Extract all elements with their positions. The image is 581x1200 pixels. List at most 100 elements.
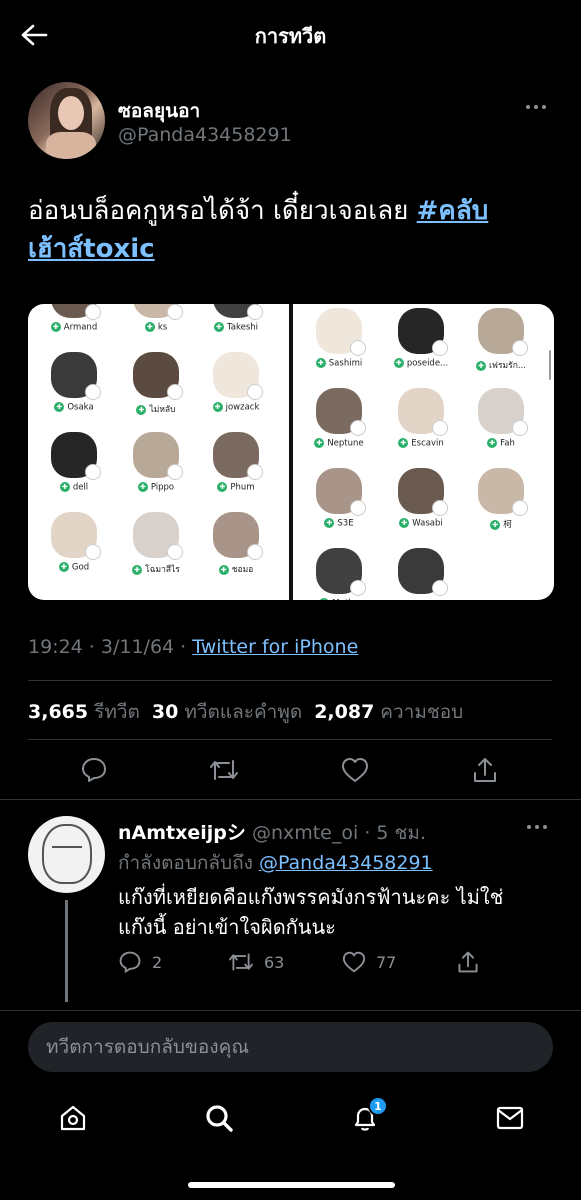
friend-name: Escavin [385, 438, 457, 449]
friend-avatar [133, 512, 183, 560]
friend-avatar [398, 468, 448, 516]
media-friend-item: Armand [38, 304, 110, 333]
media-friend-item: Osaka [38, 352, 110, 413]
friend-name: jowzack [200, 402, 272, 413]
more-icon [526, 105, 530, 109]
tweet-media[interactable]: Armand ks Takeshi Osaka ไม่หลับ jowzack dell Pi… [28, 304, 554, 600]
reply-icon [119, 951, 141, 974]
reply-retweet-button[interactable]: 63 [228, 948, 284, 976]
replying-to-link[interactable]: @Panda43458291 [259, 852, 433, 874]
tab-notifications[interactable]: 1 [347, 1096, 388, 1136]
page-title: การทวีต [254, 24, 327, 48]
media-scrollbar [549, 350, 551, 380]
friend-name: โฉมาสีไร [120, 562, 192, 576]
divider [0, 799, 581, 800]
friend-avatar [478, 388, 528, 436]
stat-likes[interactable]: 2,087 ความชอบ [314, 697, 463, 727]
reply-author-name[interactable]: nAmtxeijpシ [118, 822, 246, 844]
friend-name: poseide... [385, 358, 457, 369]
media-friend-item: Fah [465, 388, 537, 449]
like-count: 77 [376, 952, 397, 972]
more-options-button[interactable] [526, 100, 550, 114]
search-icon [206, 1105, 233, 1132]
reply-reply-button[interactable]: 2 [118, 948, 162, 976]
divider [28, 680, 552, 681]
reply-share-button[interactable] [456, 948, 480, 976]
friend-name: Wasabi [385, 518, 457, 529]
like-button[interactable] [339, 754, 371, 786]
thread-line [65, 900, 68, 1002]
stat-retweets[interactable]: 3,665 รีทวีต [28, 697, 140, 727]
media-friend-item: Takeshi [200, 304, 272, 333]
reply-button[interactable] [78, 754, 110, 786]
reply-text: แก๊งที่เหยียดคือแก๊งพรรคมังกรฟ้านะคะ ไม่… [118, 885, 504, 939]
stat-quotes[interactable]: 30 ทวีตและคำพูด [152, 697, 302, 727]
friend-avatar [133, 304, 183, 320]
heart-icon [342, 758, 368, 782]
friend-avatar [133, 352, 183, 400]
media-friend-item: สกุ้ย [385, 548, 457, 600]
friend-name: dell [38, 482, 110, 493]
friend-name: Phum [200, 482, 272, 493]
reply-input[interactable] [28, 1022, 553, 1072]
media-friend-item: jowzack [200, 352, 272, 413]
friend-avatar [398, 388, 448, 436]
friend-avatar [51, 432, 101, 480]
replying-prefix: กำลังตอบกลับถึง [118, 852, 259, 874]
friend-avatar [316, 548, 366, 596]
friend-name: สกุ้ย [385, 598, 457, 600]
friend-name: Metha [303, 598, 375, 601]
media-friend-item: Sashimi [303, 308, 375, 369]
tweet-text: อ่อนบล็อคกูหรอได้จ้า เดี๋ยวเจอเลย #คลับเ… [28, 192, 538, 268]
media-friend-item: Wasabi [385, 468, 457, 529]
media-friend-item: Pippo [120, 432, 192, 493]
friend-name: ks [120, 322, 192, 333]
friend-name: Fah [465, 438, 537, 449]
tab-home[interactable] [55, 1100, 91, 1136]
media-friend-item: S3E [303, 468, 375, 529]
reply-more-button[interactable] [527, 820, 551, 834]
media-image-right[interactable]: Sashimi poseide... เฟรมรัก... Neptune Escavi… [293, 304, 554, 600]
friend-avatar [213, 352, 263, 400]
friend-avatar [478, 308, 528, 356]
share-icon [474, 758, 496, 782]
author-avatar[interactable] [28, 82, 105, 159]
author-handle[interactable]: @Panda43458291 [118, 124, 292, 146]
top-bar: การทวีต [0, 0, 581, 68]
friend-name: Takeshi [200, 322, 272, 333]
friend-avatar [316, 308, 366, 356]
replying-to: กำลังตอบกลับถึง @Panda43458291 [118, 848, 433, 878]
friend-avatar [213, 304, 263, 320]
tweet-timestamp: 19:24 · 3/11/64 · Twitter for iPhone [28, 636, 358, 658]
friend-avatar [213, 512, 263, 560]
tweet-source-link[interactable]: Twitter for iPhone [192, 636, 358, 658]
media-friend-item: Metha [303, 548, 375, 600]
mail-icon [496, 1106, 524, 1130]
reply-author-handle[interactable]: @nxmte_oi · 5 ชม. [252, 822, 426, 844]
home-indicator [188, 1182, 395, 1188]
friend-avatar [316, 388, 366, 436]
friend-avatar [51, 512, 101, 560]
reply-icon [82, 758, 106, 782]
friend-name: ชอมอ [200, 562, 272, 576]
reply-like-button[interactable]: 77 [342, 948, 396, 976]
friend-avatar [133, 432, 183, 480]
friend-avatar [398, 548, 448, 596]
tweet-time: 19:24 · 3/11/64 · [28, 636, 193, 658]
reply-avatar[interactable] [28, 816, 105, 893]
author-name[interactable]: ซอลยุนอา [118, 96, 200, 126]
media-image-left[interactable]: Armand ks Takeshi Osaka ไม่หลับ jowzack dell Pi… [28, 304, 289, 600]
reply-tweet[interactable]: nAmtxeijpシ @nxmte_oi · 5 ชม. กำลังตอบกลั… [0, 812, 581, 1002]
divider [0, 1010, 581, 1011]
friend-name: Neptune [303, 438, 375, 449]
tab-messages[interactable] [492, 1100, 528, 1136]
tab-search[interactable] [201, 1100, 237, 1136]
friend-name: เฟรมรัก... [465, 358, 537, 372]
friend-name: Sashimi [303, 358, 375, 369]
media-friend-item: เฟรมรัก... [465, 308, 537, 372]
friend-avatar [316, 468, 366, 516]
retweet-button[interactable] [208, 754, 240, 786]
share-button[interactable] [469, 754, 501, 786]
media-friend-item: poseide... [385, 308, 457, 369]
reply-composer[interactable] [28, 1022, 553, 1072]
